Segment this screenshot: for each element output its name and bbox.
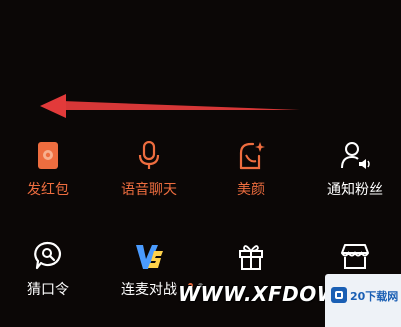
watermark-logo-inner <box>335 291 343 299</box>
feature-label: 美颜 <box>237 182 265 198</box>
watermark-text: WWW.XFDOW <box>178 282 340 306</box>
shop-icon <box>341 244 369 269</box>
watermark-site: 20下载网 <box>350 290 399 303</box>
feature-label: 语音聊天 <box>121 182 177 198</box>
microphone-icon <box>138 141 160 169</box>
notify-fans-icon <box>341 142 370 169</box>
feature-label: 发红包 <box>27 182 69 198</box>
beauty-sparkle-icon <box>239 142 265 170</box>
vs-battle-icon <box>136 245 163 269</box>
feature-label: 通知粉丝 <box>327 182 383 198</box>
feature-label: 猜口令 <box>27 282 69 298</box>
red-packet-icon <box>38 142 58 169</box>
gift-icon <box>239 245 263 270</box>
feature-panel: 发红包 语音聊天 美颜 通知粉丝 猜口令 连麦对战 WWW.XFDOW 20下载… <box>0 0 401 327</box>
chat-search-icon <box>34 241 61 270</box>
